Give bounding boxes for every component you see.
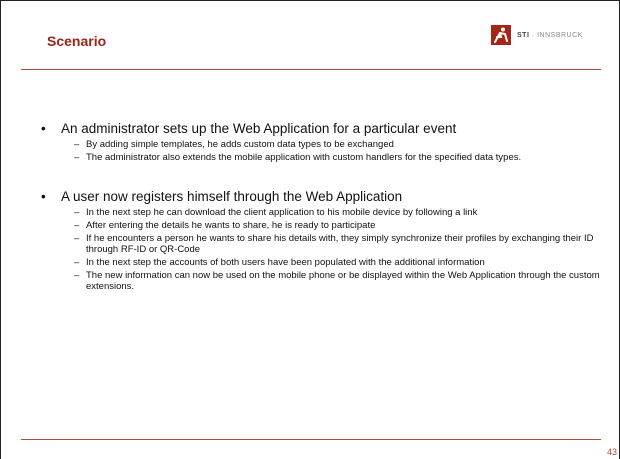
page-number: 43 bbox=[606, 447, 617, 457]
slide-title: Scenario bbox=[47, 33, 107, 49]
sub-bullet-item: In the next step he can download the cli… bbox=[74, 207, 601, 218]
sub-bullet-item: By adding simple templates, he adds cust… bbox=[74, 139, 601, 150]
slide: Scenario STI · INNSBRUCK An administrato… bbox=[0, 0, 620, 459]
sub-bullet-item: The administrator also extends the mobil… bbox=[74, 152, 601, 163]
sub-bullet-list: In the next step he can download the cli… bbox=[41, 207, 601, 292]
sti-figure-icon bbox=[491, 25, 511, 45]
slide-content: An administrator sets up the Web Applica… bbox=[41, 121, 601, 294]
sub-bullet-item: In the next step the accounts of both us… bbox=[74, 257, 601, 268]
sub-bullet-list: By adding simple templates, he adds cust… bbox=[41, 139, 601, 163]
sub-bullet-item: If he encounters a person he wants to sh… bbox=[74, 233, 601, 255]
bullet-item: An administrator sets up the Web Applica… bbox=[41, 121, 601, 137]
sub-bullet-item: After entering the details he wants to s… bbox=[74, 220, 601, 231]
sti-logo-icon bbox=[491, 25, 511, 45]
header-bar: Scenario STI · INNSBRUCK bbox=[21, 19, 601, 70]
footer-divider bbox=[21, 439, 601, 440]
logo-text: STI · INNSBRUCK bbox=[517, 31, 583, 39]
sub-bullet-item: The new information can now be used on t… bbox=[74, 270, 601, 292]
bullet-item: A user now registers himself through the… bbox=[41, 189, 601, 205]
sti-innsbruck-logo: STI · INNSBRUCK bbox=[491, 25, 583, 45]
